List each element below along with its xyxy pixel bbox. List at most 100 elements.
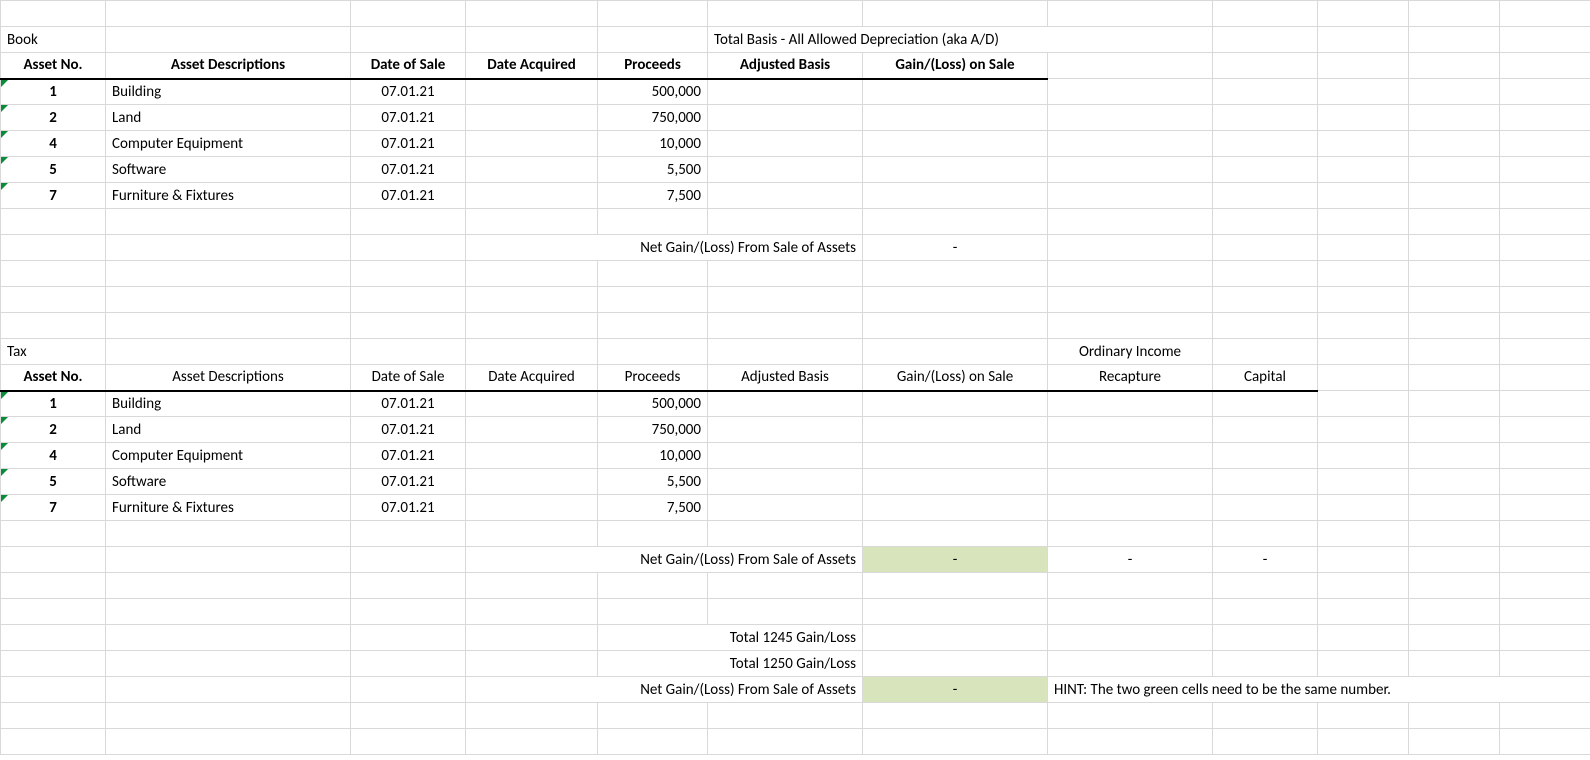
table-row: 1 Building 07.01.21 500,000 (1, 391, 1590, 417)
cell-date-acquired[interactable] (466, 417, 598, 443)
tax-total-capital[interactable]: - (1213, 547, 1318, 573)
cell-asset-no[interactable]: 7 (1, 495, 106, 521)
table-row: 2 Land 07.01.21 750,000 (1, 105, 1590, 131)
cell-date-of-sale[interactable]: 07.01.21 (351, 391, 466, 417)
cell-asset-desc[interactable]: Furniture & Fixtures (106, 183, 351, 209)
hdr-date-acquired: Date Acquired (466, 53, 598, 79)
cell-asset-no[interactable]: 2 (1, 417, 106, 443)
hdr-asset-no: Asset No. (1, 365, 106, 391)
cell-asset-desc[interactable]: Land (106, 105, 351, 131)
cell-asset-desc[interactable]: Software (106, 469, 351, 495)
cell-asset-desc[interactable]: Computer Equipment (106, 443, 351, 469)
table-row: 7 Furniture & Fixtures 07.01.21 7,500 (1, 183, 1590, 209)
hdr-gain-loss: Gain/(Loss) on Sale (863, 53, 1048, 79)
cell-asset-desc[interactable]: Software (106, 157, 351, 183)
row-total-1245: Total 1245 Gain/Loss (1, 625, 1590, 651)
tax-total-recapture[interactable]: - (1048, 547, 1213, 573)
cell-asset-no[interactable]: 1 (1, 79, 106, 105)
cell-asset-no[interactable]: 4 (1, 131, 106, 157)
cell-proceeds[interactable]: 7,500 (598, 495, 708, 521)
hdr-date-of-sale: Date of Sale (351, 53, 466, 79)
book-total-value[interactable]: - (863, 235, 1048, 261)
cell-proceeds[interactable]: 750,000 (598, 105, 708, 131)
cell-asset-desc[interactable]: Building (106, 391, 351, 417)
row-tax-headers: Asset No. Asset Descriptions Date of Sal… (1, 365, 1590, 391)
hdr-date-of-sale: Date of Sale (351, 365, 466, 391)
cell-date-of-sale[interactable]: 07.01.21 (351, 105, 466, 131)
cell-date-of-sale[interactable]: 07.01.21 (351, 157, 466, 183)
row-book-label: Book Total Basis - All Allowed Depreciat… (1, 27, 1590, 53)
cell-asset-desc[interactable]: Furniture & Fixtures (106, 495, 351, 521)
label-1250: Total 1250 Gain/Loss (598, 651, 863, 677)
cell-date-acquired[interactable] (466, 443, 598, 469)
cell-date-acquired[interactable] (466, 131, 598, 157)
cell-asset-no[interactable]: 5 (1, 469, 106, 495)
hdr-asset-desc: Asset Descriptions (106, 365, 351, 391)
cell-date-acquired[interactable] (466, 183, 598, 209)
cell-asset-no[interactable]: 2 (1, 105, 106, 131)
cell-asset-no[interactable]: 5 (1, 157, 106, 183)
cell-adjusted-basis[interactable] (708, 79, 863, 105)
row-total-1250: Total 1250 Gain/Loss (1, 651, 1590, 677)
tax-total-gain[interactable]: - (863, 547, 1048, 573)
table-row: 4 Computer Equipment 07.01.21 10,000 (1, 131, 1590, 157)
cell-date-of-sale[interactable]: 07.01.21 (351, 469, 466, 495)
cell-asset-no[interactable]: 4 (1, 443, 106, 469)
cell-gain-loss[interactable] (863, 79, 1048, 105)
hdr-adjusted-basis: Adjusted Basis (708, 53, 863, 79)
hint-text: HINT: The two green cells need to be the… (1048, 677, 1590, 703)
table-row: 5 Software 07.01.21 5,500 (1, 469, 1590, 495)
row-book-total: Net Gain/(Loss) From Sale of Assets - (1, 235, 1590, 261)
section-label-book: Book (1, 27, 106, 53)
cell-date-of-sale[interactable]: 07.01.21 (351, 443, 466, 469)
cell-proceeds[interactable]: 5,500 (598, 469, 708, 495)
cell-date-acquired[interactable] (466, 157, 598, 183)
row-tax-label: Tax Ordinary Income (1, 339, 1590, 365)
tax-total-label: Net Gain/(Loss) From Sale of Assets (466, 547, 863, 573)
cell-date-of-sale[interactable]: 07.01.21 (351, 79, 466, 105)
cell-asset-no[interactable]: 1 (1, 391, 106, 417)
hdr-gain-loss: Gain/(Loss) on Sale (863, 365, 1048, 391)
hdr-proceeds: Proceeds (598, 365, 708, 391)
cell-date-acquired[interactable] (466, 79, 598, 105)
cell-asset-desc[interactable]: Computer Equipment (106, 131, 351, 157)
row-blank (1, 1, 1590, 27)
hdr-date-acquired: Date Acquired (466, 365, 598, 391)
cell-date-acquired[interactable] (466, 495, 598, 521)
row-book-headers: Asset No. Asset Descriptions Date of Sal… (1, 53, 1590, 79)
ordinary-income-label: Ordinary Income (1048, 339, 1213, 365)
cell-date-acquired[interactable] (466, 391, 598, 417)
cell-asset-desc[interactable]: Building (106, 79, 351, 105)
spreadsheet-grid[interactable]: Book Total Basis - All Allowed Depreciat… (0, 0, 1590, 755)
hdr-asset-desc: Asset Descriptions (106, 53, 351, 79)
cell-proceeds[interactable]: 5,500 (598, 157, 708, 183)
net-gain-2-value[interactable]: - (863, 677, 1048, 703)
cell-proceeds[interactable]: 750,000 (598, 417, 708, 443)
book-total-label: Net Gain/(Loss) From Sale of Assets (466, 235, 863, 261)
cell-proceeds[interactable]: 500,000 (598, 79, 708, 105)
cell-asset-no[interactable]: 7 (1, 183, 106, 209)
label-1245: Total 1245 Gain/Loss (598, 625, 863, 651)
cell-date-of-sale[interactable]: 07.01.21 (351, 417, 466, 443)
hdr-recapture: Recapture (1048, 365, 1213, 391)
depreciation-note: Total Basis - All Allowed Depreciation (… (708, 27, 1213, 53)
table-row: 2 Land 07.01.21 750,000 (1, 417, 1590, 443)
hdr-adjusted-basis: Adjusted Basis (708, 365, 863, 391)
cell-date-of-sale[interactable]: 07.01.21 (351, 131, 466, 157)
cell-proceeds[interactable]: 10,000 (598, 131, 708, 157)
table-row: 5 Software 07.01.21 5,500 (1, 157, 1590, 183)
table-row: 1 Building 07.01.21 500,000 (1, 79, 1590, 105)
cell-proceeds[interactable]: 10,000 (598, 443, 708, 469)
cell-date-of-sale[interactable]: 07.01.21 (351, 495, 466, 521)
label-net-gain-2: Net Gain/(Loss) From Sale of Assets (466, 677, 863, 703)
cell-proceeds[interactable]: 500,000 (598, 391, 708, 417)
table-row: 7 Furniture & Fixtures 07.01.21 7,500 (1, 495, 1590, 521)
cell-proceeds[interactable]: 7,500 (598, 183, 708, 209)
row-tax-total: Net Gain/(Loss) From Sale of Assets - - … (1, 547, 1590, 573)
cell-date-acquired[interactable] (466, 469, 598, 495)
hdr-asset-no: Asset No. (1, 53, 106, 79)
cell-date-of-sale[interactable]: 07.01.21 (351, 183, 466, 209)
hdr-capital: Capital (1213, 365, 1318, 391)
cell-asset-desc[interactable]: Land (106, 417, 351, 443)
cell-date-acquired[interactable] (466, 105, 598, 131)
